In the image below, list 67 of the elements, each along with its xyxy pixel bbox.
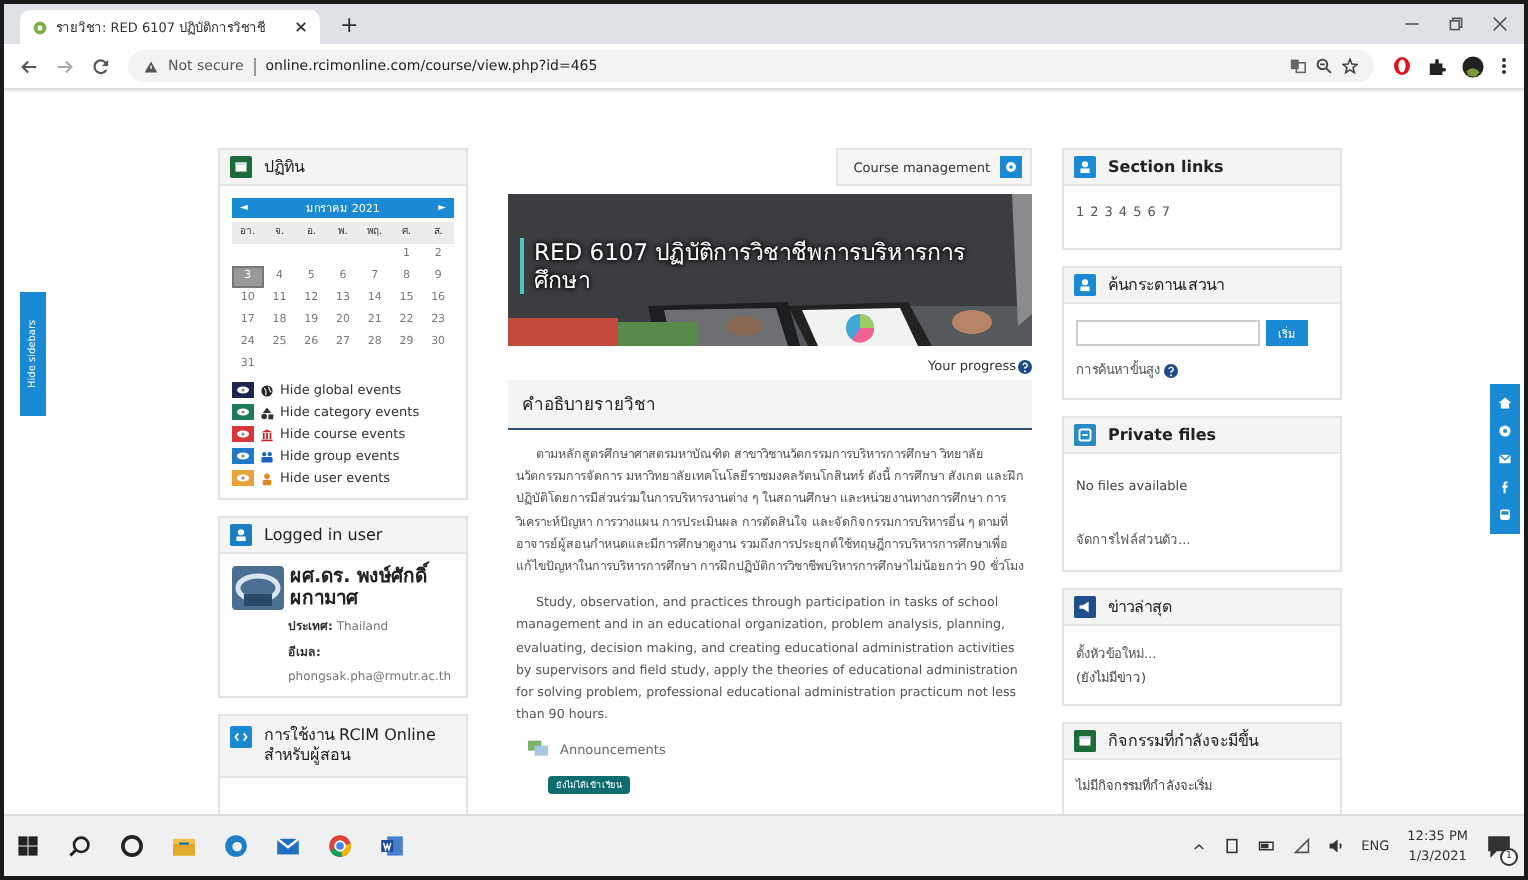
block-icon bbox=[230, 156, 252, 178]
search-field[interactable] bbox=[1076, 320, 1260, 346]
block-title: Private files bbox=[1108, 426, 1217, 444]
chevron-up-icon[interactable] bbox=[1191, 839, 1206, 853]
block-title: ข่าวล่าสุด bbox=[1108, 596, 1172, 620]
group-event-icon bbox=[260, 449, 274, 463]
course-event-icon bbox=[260, 427, 274, 441]
star-icon[interactable] bbox=[1342, 58, 1358, 74]
mail-icon[interactable] bbox=[276, 834, 300, 858]
block-title: กิจกรรมที่กำลังจะมีขึ้น bbox=[1108, 728, 1258, 754]
document-icon[interactable] bbox=[380, 834, 404, 858]
chrome-icon[interactable] bbox=[328, 834, 352, 858]
bus-icon[interactable] bbox=[1498, 508, 1512, 522]
user-avatar-icon bbox=[232, 566, 284, 610]
home-icon[interactable] bbox=[1498, 396, 1512, 410]
edge-icon[interactable] bbox=[224, 834, 248, 858]
reload-icon[interactable] bbox=[92, 57, 110, 75]
warning-icon bbox=[144, 59, 158, 73]
zoom-icon[interactable] bbox=[1316, 58, 1332, 74]
visibility-toggle[interactable] bbox=[232, 448, 254, 464]
volume-icon[interactable] bbox=[1327, 838, 1344, 854]
folder-icon[interactable] bbox=[172, 834, 196, 858]
back-icon[interactable] bbox=[20, 57, 38, 75]
block-title: การใช้งาน RCIM Online สำหรับผู้สอน bbox=[264, 726, 438, 766]
tablet-icon[interactable] bbox=[1223, 838, 1240, 854]
close-icon[interactable] bbox=[294, 20, 308, 34]
mail-icon[interactable] bbox=[1498, 452, 1512, 466]
user-name[interactable]: ผศ.ดร. พงษ์ศักดิ์ ผกามาศ bbox=[290, 566, 454, 610]
menu-icon[interactable] bbox=[1500, 56, 1508, 76]
global-event-icon bbox=[260, 383, 274, 397]
speech-bubble-icon bbox=[1486, 833, 1512, 859]
facebook-icon[interactable] bbox=[1498, 480, 1512, 494]
opera-icon[interactable] bbox=[1392, 56, 1412, 76]
puzzle-icon[interactable] bbox=[1428, 57, 1446, 75]
block-icon bbox=[1074, 596, 1096, 618]
block-icon bbox=[1074, 424, 1096, 446]
block-title: ค้นกระดานเสวนา bbox=[1108, 274, 1224, 298]
visibility-toggle[interactable] bbox=[232, 426, 254, 442]
block-icon bbox=[1074, 274, 1096, 296]
block-icon bbox=[230, 524, 252, 546]
course-title: RED 6107 ปฏิบัติการวิชาชีพการบริหารการศึกษา bbox=[520, 238, 1014, 294]
new-tab-button[interactable]: + bbox=[336, 12, 363, 38]
block-icon bbox=[1074, 156, 1096, 178]
section-heading: คำอธิบายรายวิชา bbox=[508, 380, 1032, 430]
avatar-icon[interactable] bbox=[1462, 55, 1484, 77]
block-title: Logged in user bbox=[264, 526, 383, 544]
start-icon[interactable] bbox=[16, 834, 40, 858]
block-icon bbox=[230, 726, 252, 748]
network-icon[interactable] bbox=[1293, 838, 1310, 854]
visibility-toggle[interactable] bbox=[232, 404, 254, 420]
translate-icon[interactable] bbox=[1290, 58, 1306, 74]
restore-icon[interactable] bbox=[1448, 16, 1464, 32]
visibility-toggle[interactable] bbox=[232, 382, 254, 398]
block-title: Section links bbox=[1108, 158, 1224, 176]
circle-icon[interactable] bbox=[120, 834, 144, 858]
block-title: ปฏิทิน bbox=[264, 156, 304, 180]
visibility-toggle[interactable] bbox=[232, 470, 254, 486]
forum-icon bbox=[528, 740, 548, 759]
help-icon[interactable] bbox=[1164, 363, 1178, 377]
help-icon[interactable] bbox=[1018, 359, 1032, 373]
close-icon[interactable] bbox=[1492, 16, 1508, 32]
block-icon bbox=[1074, 730, 1096, 752]
user-event-icon bbox=[260, 471, 274, 485]
battery-icon[interactable] bbox=[1257, 838, 1276, 854]
search-icon[interactable] bbox=[68, 834, 92, 858]
favicon-icon bbox=[32, 19, 48, 35]
category-event-icon bbox=[260, 405, 274, 419]
